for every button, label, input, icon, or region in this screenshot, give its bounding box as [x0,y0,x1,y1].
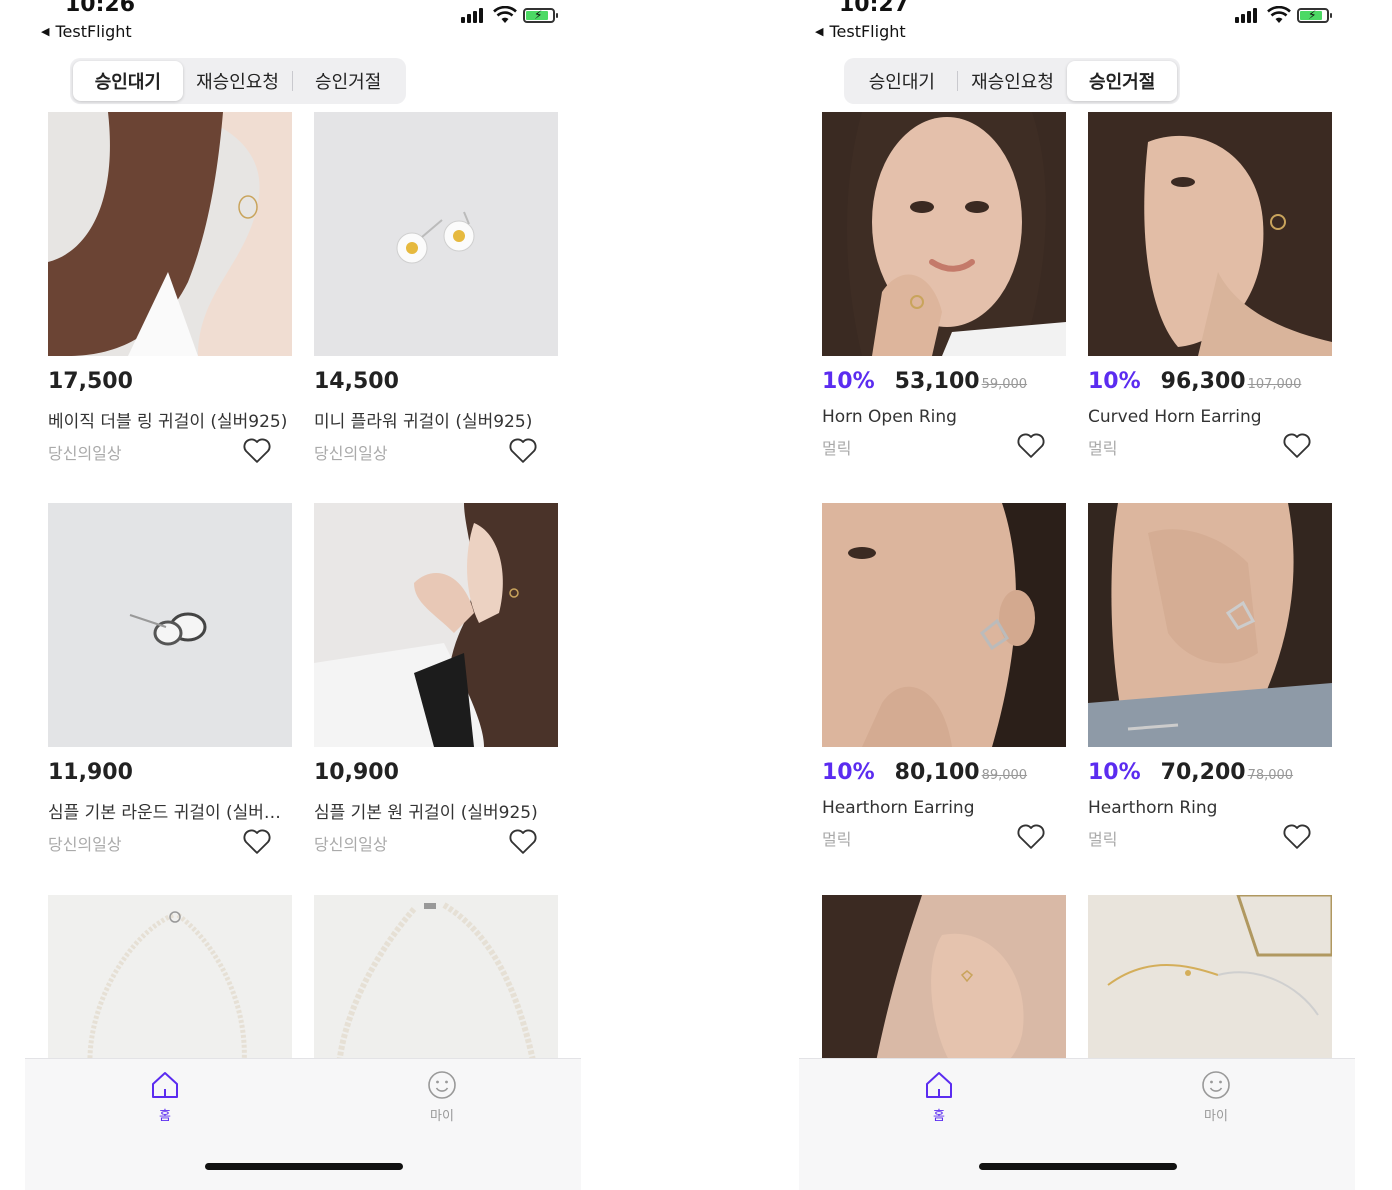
back-to-testflight[interactable]: ◀ TestFlight [41,22,132,41]
product-name: 심플 기본 원 귀걸이 (실버925) [314,803,538,823]
heart-icon[interactable] [1282,822,1312,850]
product-price: 70,200 [1160,760,1246,785]
product-name: 미니 플라워 귀걸이 (실버925) [314,412,533,432]
product-price: 80,100 [894,760,980,785]
product-card[interactable]: 10% 70,200 78,000 Hearthorn Ring 멀릭 [1088,503,1332,852]
product-image[interactable] [822,503,1066,747]
smiley-icon [428,1071,456,1099]
tab-home-label: 홈 [933,1109,945,1124]
product-image[interactable] [1088,112,1332,356]
shop-name: 멀릭 [1088,439,1118,458]
back-label: TestFlight [829,22,906,41]
wifi-icon [493,6,517,23]
heart-icon[interactable] [242,827,272,855]
discount-rate: 10% [1088,760,1141,785]
tab-my[interactable]: 마이 [1176,1069,1256,1133]
tab-home[interactable]: 홈 [125,1069,205,1133]
product-price: 53,100 [894,369,980,394]
home-indicator[interactable] [205,1163,403,1170]
product-image[interactable] [48,503,292,747]
heart-icon[interactable] [508,827,538,855]
left-phone-screen: 10:26 ⚡ ◀ TestFlight 승인대기 재승인요청 승인거절 17,… [25,0,581,1190]
product-price: 11,900 [48,760,133,785]
status-time: 10:26 [65,0,136,17]
heart-icon[interactable] [1016,822,1046,850]
home-icon [926,1072,952,1098]
cellular-signal-icon [461,7,487,23]
original-price: 59,000 [981,377,1028,392]
original-price: 78,000 [1247,768,1294,783]
product-name: Hearthorn Earring [822,798,975,818]
smiley-icon [1202,1071,1230,1099]
home-indicator[interactable] [979,1163,1177,1170]
tab-home-label: 홈 [159,1109,171,1124]
shop-name: 당신의일상 [48,444,122,463]
discount-rate: 10% [822,369,875,394]
shop-name: 당신의일상 [314,835,388,854]
heart-icon[interactable] [508,436,538,464]
status-icons: ⚡ [1235,6,1335,26]
tab-my[interactable]: 마이 [402,1069,482,1133]
product-image[interactable] [1088,503,1332,747]
shop-name: 멀릭 [822,830,852,849]
battery-icon: ⚡ [1297,8,1332,23]
tab-my-label: 마이 [430,1109,454,1124]
product-name: Curved Horn Earring [1088,407,1262,427]
product-image[interactable] [48,112,292,356]
product-image[interactable] [822,112,1066,356]
status-time: 10:27 [839,0,910,17]
product-name: Hearthorn Ring [1088,798,1218,818]
heart-icon[interactable] [242,436,272,464]
right-phone-screen: 10:27 ⚡ ◀ TestFlight 승인대기 재승인요청 승인거절 10%… [799,0,1355,1190]
approval-status-segmented-control: 승인대기 재승인요청 승인거절 [844,58,1180,104]
product-name: 베이직 더블 링 귀걸이 (실버925) [48,412,288,432]
product-card[interactable]: 14,500 미니 플라워 귀걸이 (실버925) 당신의일상 [314,112,558,466]
discount-rate: 10% [1088,369,1141,394]
home-icon [152,1072,178,1098]
segment-reapproval-request[interactable]: 재승인요청 [958,61,1068,101]
back-arrow-icon: ◀ [41,25,50,38]
product-card[interactable]: 10% 96,300 107,000 Curved Horn Earring 멀… [1088,112,1332,461]
product-price: 17,500 [48,369,133,394]
product-card[interactable]: 17,500 베이직 더블 링 귀걸이 (실버925) 당신의일상 [48,112,292,466]
original-price: 89,000 [981,768,1028,783]
product-image[interactable] [314,112,558,356]
product-name: 심플 기본 라운드 귀걸이 (실버… [48,803,281,823]
shop-name: 당신의일상 [314,444,388,463]
discount-rate: 10% [822,760,875,785]
original-price: 107,000 [1247,377,1302,392]
shop-name: 멀릭 [822,439,852,458]
segment-rejected[interactable]: 승인거절 [1067,61,1178,101]
segment-rejected[interactable]: 승인거절 [293,61,403,101]
product-price: 96,300 [1160,369,1246,394]
approval-status-segmented-control: 승인대기 재승인요청 승인거절 [70,58,406,104]
tab-bar: 홈 마이 [799,1058,1355,1190]
cellular-signal-icon [1235,7,1261,23]
shop-name: 멀릭 [1088,830,1118,849]
tab-my-label: 마이 [1204,1109,1228,1124]
segment-pending[interactable]: 승인대기 [73,61,183,101]
wifi-icon [1267,6,1291,23]
heart-icon[interactable] [1282,431,1312,459]
shop-name: 당신의일상 [48,835,122,854]
product-image[interactable] [314,503,558,747]
product-price: 10,900 [314,760,399,785]
heart-icon[interactable] [1016,431,1046,459]
product-card[interactable]: 11,900 심플 기본 라운드 귀걸이 (실버… 당신의일상 [48,503,292,857]
status-icons: ⚡ [461,6,561,26]
product-card[interactable]: 10,900 심플 기본 원 귀걸이 (실버925) 당신의일상 [314,503,558,857]
product-name: Horn Open Ring [822,407,957,427]
tab-bar: 홈 마이 [25,1058,581,1190]
product-card[interactable]: 10% 53,100 59,000 Horn Open Ring 멀릭 [822,112,1066,461]
product-card[interactable]: 10% 80,100 89,000 Hearthorn Earring 멀릭 [822,503,1066,852]
tab-home[interactable]: 홈 [899,1069,979,1133]
back-label: TestFlight [55,22,132,41]
back-to-testflight[interactable]: ◀ TestFlight [815,22,906,41]
product-price: 14,500 [314,369,399,394]
back-arrow-icon: ◀ [815,25,824,38]
segment-reapproval-request[interactable]: 재승인요청 [183,61,293,101]
battery-icon: ⚡ [523,8,558,23]
segment-pending[interactable]: 승인대기 [847,61,957,101]
